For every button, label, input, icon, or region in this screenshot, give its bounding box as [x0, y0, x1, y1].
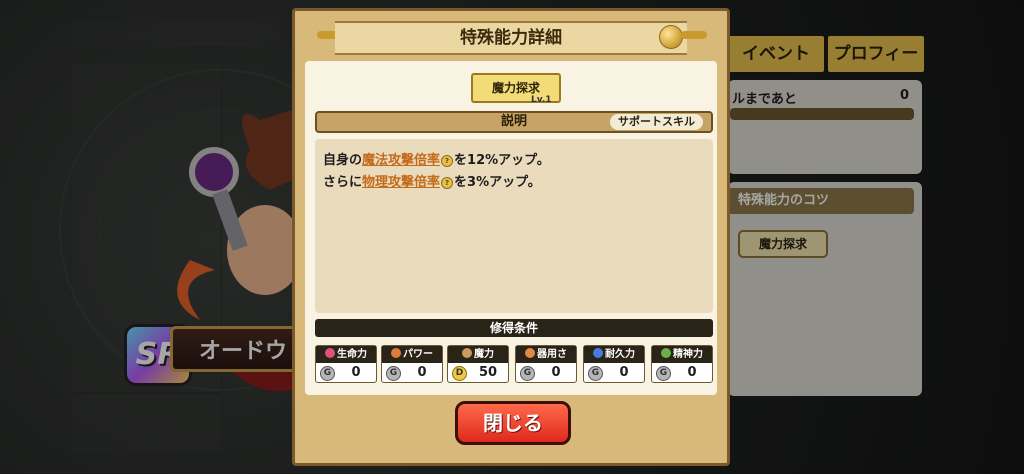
help-icon[interactable]: ?	[441, 176, 454, 189]
stat-value: 0	[687, 365, 697, 380]
skill-level: Lv.1	[531, 95, 552, 105]
rank-badge: G	[320, 366, 335, 381]
rank-badge: D	[452, 366, 467, 381]
stat-header: 生命力	[316, 346, 376, 363]
stat-header: 耐久力	[584, 346, 644, 363]
physical-attack-rate-link[interactable]: 物理攻撃倍率	[362, 175, 440, 190]
magic-attack-rate-link[interactable]: 魔法攻撃倍率	[362, 153, 440, 168]
heart-icon	[325, 348, 335, 358]
stat-label: パワー	[403, 349, 433, 360]
stat-value: 0	[417, 365, 427, 380]
stat-label: 器用さ	[537, 349, 567, 360]
skill-detail-dialog: 特殊能力詳細 魔力探求 Lv.1 説明 サポートスキル 自身の魔法攻撃倍率? を1…	[292, 8, 730, 466]
description-line-2: さらに物理攻撃倍率? を3%アップ。	[323, 171, 541, 190]
stat-value: 50	[478, 365, 498, 380]
desc-text: を12%アップ。	[454, 153, 550, 168]
stat-header: 魔力	[448, 346, 508, 363]
description-box: 自身の魔法攻撃倍率? を12%アップ。 さらに物理攻撃倍率? を3%アップ。	[315, 139, 713, 313]
stat-hp: 生命力 G 0	[315, 345, 377, 383]
desc-text: 自身の	[323, 153, 363, 168]
stat-label: 精神力	[673, 349, 703, 360]
conditions-header: 修得条件	[315, 319, 713, 337]
stat-value: 0	[351, 365, 361, 380]
rank-badge: G	[520, 366, 535, 381]
spirit-icon	[661, 348, 671, 358]
description-line-1: 自身の魔法攻撃倍率? を12%アップ。	[323, 149, 550, 168]
stat-header: 器用さ	[516, 346, 576, 363]
stat-value: 0	[619, 365, 629, 380]
close-button[interactable]: 閉じる	[455, 401, 571, 445]
rank-badge: G	[656, 366, 671, 381]
magic-icon	[462, 348, 472, 358]
rank-badge: G	[588, 366, 603, 381]
stat-header: 精神力	[652, 346, 712, 363]
desc-text: を3%アップ。	[454, 175, 541, 190]
stat-dexterity: 器用さ G 0	[515, 345, 577, 383]
fist-icon	[391, 348, 401, 358]
stat-value: 0	[551, 365, 561, 380]
hand-icon	[525, 348, 535, 358]
stat-label: 魔力	[474, 349, 494, 360]
desc-text: さらに	[323, 175, 363, 190]
title-ornament-right-icon	[659, 25, 683, 49]
help-icon[interactable]: ?	[441, 154, 454, 167]
shield-icon	[593, 348, 603, 358]
title-ornament-right-arm	[681, 31, 707, 39]
stat-spirit: 精神力 G 0	[651, 345, 713, 383]
stat-power: パワー G 0	[381, 345, 443, 383]
dialog-title: 特殊能力詳細	[460, 28, 562, 48]
stat-magic: 魔力 D 50	[447, 345, 509, 383]
stat-header: パワー	[382, 346, 442, 363]
rank-badge: G	[386, 366, 401, 381]
stat-label: 生命力	[337, 349, 367, 360]
title-ribbon: 特殊能力詳細	[335, 21, 687, 55]
description-header: 説明 サポートスキル	[315, 111, 713, 133]
stat-endurance: 耐久力 G 0	[583, 345, 645, 383]
stat-label: 耐久力	[605, 349, 635, 360]
support-skill-tag: サポートスキル	[610, 114, 703, 130]
